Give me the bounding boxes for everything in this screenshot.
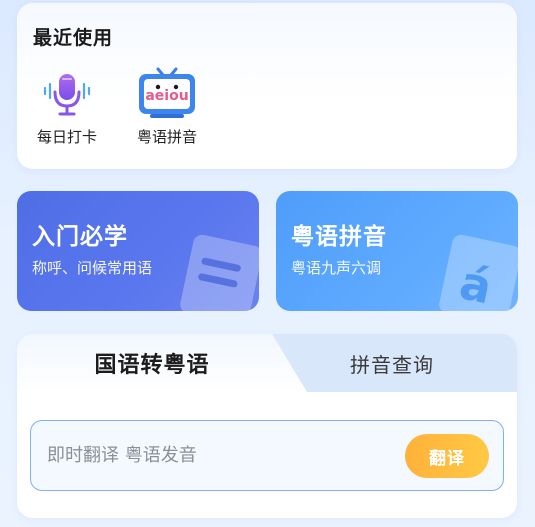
- tab-label: 拼音查询: [350, 352, 434, 377]
- tab-mandarin-to-cantonese[interactable]: 国语转粤语: [17, 334, 307, 392]
- feature-subtitle: 粤语九声六调: [291, 259, 382, 277]
- vowel-tv-icon: aeiou: [136, 65, 198, 121]
- translate-tab-bar: 拼音查询 国语转粤语: [17, 334, 517, 392]
- feature-title: 入门必学: [32, 224, 128, 250]
- accent-letter-icon: á: [432, 229, 518, 311]
- recent-item-daily-checkin[interactable]: 每日打卡: [22, 65, 112, 155]
- svg-text:aeiou: aeiou: [145, 88, 188, 104]
- microphone-icon: [36, 65, 98, 121]
- recent-title: 最近使用: [33, 27, 114, 49]
- translate-card: 拼音查询 国语转粤语 翻译: [17, 334, 517, 518]
- recent-item-cantonese-pinyin[interactable]: aeiou 粤语拼音: [122, 65, 212, 155]
- tab-label: 国语转粤语: [94, 353, 210, 378]
- document-icon: [173, 229, 259, 311]
- translate-input[interactable]: [47, 421, 387, 490]
- translate-button[interactable]: 翻译: [405, 434, 489, 478]
- recent-card: 最近使用 每日打卡 aeiou 粤语拼音: [17, 3, 517, 169]
- recent-item-label: 每日打卡: [36, 128, 97, 146]
- translate-body: 翻译: [17, 392, 517, 518]
- feature-card-beginner[interactable]: 入门必学 称呼、问候常用语: [17, 191, 259, 311]
- feature-card-cantonese-pinyin[interactable]: 粤语拼音 粤语九声六调 á: [276, 191, 518, 311]
- feature-subtitle: 称呼、问候常用语: [32, 259, 153, 277]
- tab-pinyin-lookup[interactable]: 拼音查询: [307, 334, 517, 392]
- translate-input-box: 翻译: [30, 420, 504, 491]
- feature-title: 粤语拼音: [291, 224, 387, 250]
- recent-item-label: 粤语拼音: [136, 128, 197, 146]
